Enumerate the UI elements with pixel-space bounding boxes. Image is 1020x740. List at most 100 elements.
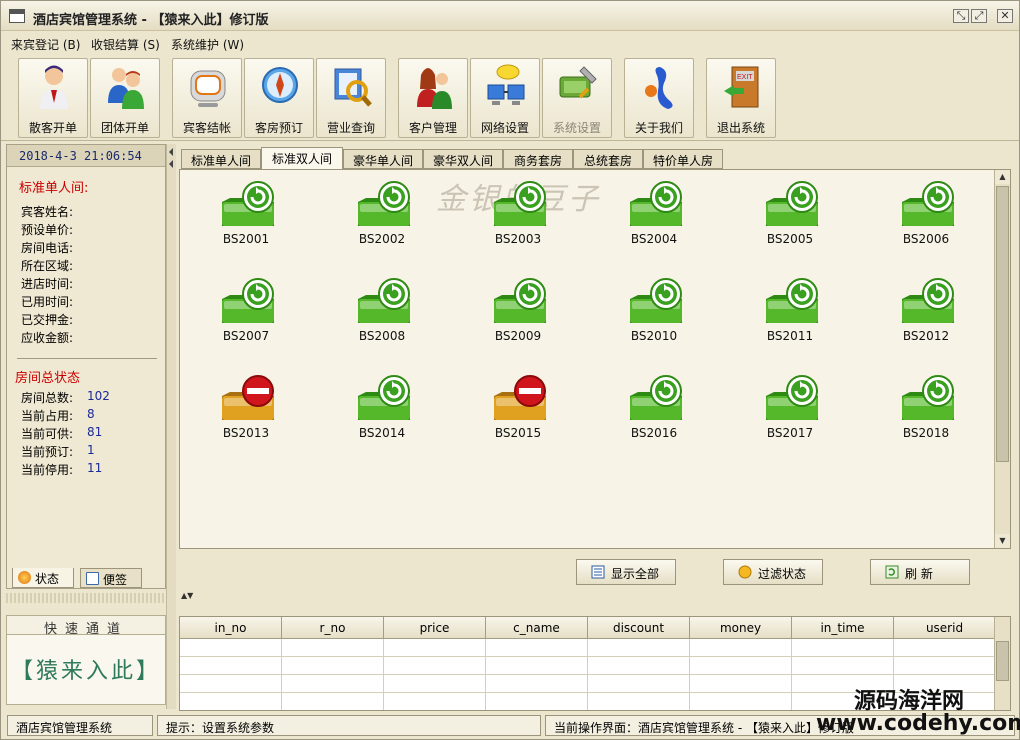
system-settings-button[interactable]: 系统设置 <box>542 58 612 138</box>
table-cell[interactable] <box>588 675 690 693</box>
room-tile[interactable]: BS2001 <box>198 180 294 260</box>
table-cell[interactable] <box>282 639 384 657</box>
room-grid-scrollbar[interactable]: ▲ ▼ <box>994 170 1010 548</box>
table-cell[interactable] <box>384 675 486 693</box>
room-number: BS2012 <box>902 329 950 343</box>
scroll-down-arrow-icon[interactable]: ▼ <box>995 534 1010 548</box>
col-r-no[interactable]: r_no <box>282 617 384 639</box>
tab-business-suite[interactable]: 商务套房 <box>503 149 573 169</box>
refresh-button[interactable]: 刷 新 <box>870 559 970 585</box>
table-cell[interactable] <box>384 657 486 675</box>
tab-presidential-suite[interactable]: 总统套房 <box>573 149 643 169</box>
tab-notes[interactable]: 便签 <box>80 568 142 588</box>
menu-guest-register[interactable]: 来宾登记 (B) <box>11 36 80 53</box>
table-cell[interactable] <box>384 639 486 657</box>
col-discount[interactable]: discount <box>588 617 690 639</box>
table-cell[interactable] <box>690 675 792 693</box>
tab-special-single[interactable]: 特价单人房 <box>643 149 723 169</box>
scroll-up-arrow-icon[interactable]: ▲ <box>995 170 1010 184</box>
table-cell[interactable] <box>486 693 588 710</box>
room-tile[interactable]: BS2006 <box>878 180 974 260</box>
collapse-up-arrow-icon[interactable]: ▲▼ <box>181 591 193 600</box>
table-cell[interactable] <box>588 657 690 675</box>
grid-splitter[interactable]: ▲▼ <box>179 591 1011 603</box>
room-number: BS2004 <box>630 232 678 246</box>
tab-status[interactable]: 状态 <box>12 568 74 588</box>
table-cell[interactable] <box>180 639 282 657</box>
table-cell[interactable] <box>384 693 486 710</box>
filter-status-button[interactable]: 过滤状态 <box>723 559 823 585</box>
col-in-time[interactable]: in_time <box>792 617 894 639</box>
room-tile[interactable]: BS2009 <box>470 277 566 357</box>
room-tile[interactable]: BS2010 <box>606 277 702 357</box>
table-cell[interactable] <box>282 675 384 693</box>
room-tile[interactable]: BS2012 <box>878 277 974 357</box>
table-cell[interactable] <box>486 639 588 657</box>
table-cell[interactable] <box>282 693 384 710</box>
room-number: BS2009 <box>494 329 542 343</box>
table-cell[interactable] <box>792 657 894 675</box>
filter-status-label: 过滤状态 <box>758 567 807 581</box>
room-tile[interactable]: BS2008 <box>334 277 430 357</box>
panel-grip[interactable] <box>6 593 166 603</box>
table-cell[interactable] <box>486 675 588 693</box>
room-tile[interactable]: BS2011 <box>742 277 838 357</box>
room-tile[interactable]: BS2013 <box>198 374 294 454</box>
table-cell[interactable] <box>894 639 996 657</box>
tab-deluxe-single[interactable]: 豪华单人间 <box>343 149 423 169</box>
show-all-button[interactable]: 显示全部 <box>576 559 676 585</box>
tab-deluxe-double[interactable]: 豪华双人间 <box>423 149 503 169</box>
table-cell[interactable] <box>180 693 282 710</box>
restore-button[interactable]: ⤡ <box>953 9 969 23</box>
tab-standard-double[interactable]: 标准双人间 <box>261 147 343 170</box>
room-tile[interactable]: BS2002 <box>334 180 430 260</box>
room-tile[interactable]: BS2015 <box>470 374 566 454</box>
field-amount-due: 应收金额: <box>21 331 74 345</box>
room-tile[interactable]: BS2007 <box>198 277 294 357</box>
room-tile[interactable]: BS2018 <box>878 374 974 454</box>
table-cell[interactable] <box>282 657 384 675</box>
table-cell[interactable] <box>894 657 996 675</box>
table-cell[interactable] <box>486 657 588 675</box>
room-tile[interactable]: BS2017 <box>742 374 838 454</box>
customer-management-button[interactable]: 客户管理 <box>398 58 468 138</box>
scroll-thumb[interactable] <box>996 186 1009 462</box>
close-button[interactable]: ✕ <box>997 9 1013 23</box>
current-datetime: 2018-4-3 21:06:54 <box>7 145 165 167</box>
col-userid[interactable]: userid <box>894 617 996 639</box>
col-c-name[interactable]: c_name <box>486 617 588 639</box>
room-tile[interactable]: BS2016 <box>606 374 702 454</box>
table-cell[interactable] <box>180 657 282 675</box>
grid-scroll-thumb[interactable] <box>996 641 1009 681</box>
table-cell[interactable] <box>588 693 690 710</box>
guest-checkout-button[interactable]: 宾客结帐 <box>172 58 242 138</box>
menu-cashier[interactable]: 收银结算 (S) <box>91 36 160 53</box>
table-row[interactable] <box>180 639 996 657</box>
room-tile[interactable]: BS2004 <box>606 180 702 260</box>
room-tile[interactable]: BS2003 <box>470 180 566 260</box>
about-us-button[interactable]: 关于我们 <box>624 58 694 138</box>
tab-standard-single[interactable]: 标准单人间 <box>181 149 261 169</box>
left-splitter[interactable] <box>166 144 176 709</box>
exit-system-button[interactable]: EXIT 退出系统 <box>706 58 776 138</box>
col-in-no[interactable]: in_no <box>180 617 282 639</box>
table-cell[interactable] <box>690 657 792 675</box>
menu-system-maintenance[interactable]: 系统维护 (W) <box>171 36 244 53</box>
network-settings-button[interactable]: 网络设置 <box>470 58 540 138</box>
table-cell[interactable] <box>588 639 690 657</box>
table-cell[interactable] <box>792 639 894 657</box>
single-checkin-button[interactable]: 散客开单 <box>18 58 88 138</box>
table-cell[interactable] <box>180 675 282 693</box>
business-query-button[interactable]: 营业查询 <box>316 58 386 138</box>
room-tile[interactable]: BS2005 <box>742 180 838 260</box>
room-booking-button[interactable]: 客房预订 <box>244 58 314 138</box>
table-row[interactable] <box>180 657 996 675</box>
col-money[interactable]: money <box>690 617 792 639</box>
group-checkin-button[interactable]: 团体开单 <box>90 58 160 138</box>
room-available-icon <box>902 278 954 323</box>
table-cell[interactable] <box>690 639 792 657</box>
col-price[interactable]: price <box>384 617 486 639</box>
table-cell[interactable] <box>690 693 792 710</box>
room-tile[interactable]: BS2014 <box>334 374 430 454</box>
maximize-button[interactable]: ⤢ <box>971 9 987 23</box>
